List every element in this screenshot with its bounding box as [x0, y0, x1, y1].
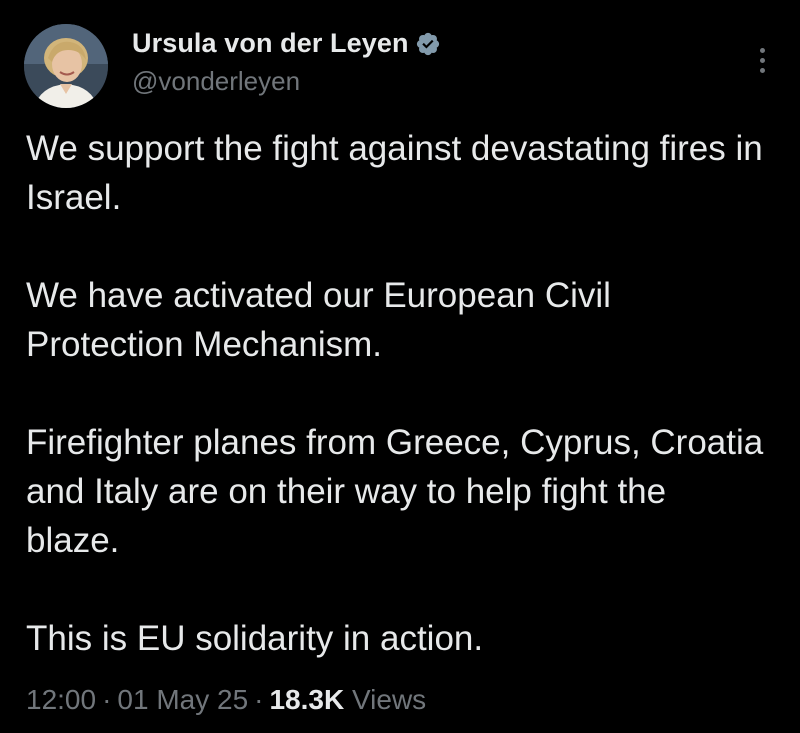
tweet-card: Ursula von der Leyen @vonderleyen We sup…	[0, 0, 800, 733]
more-dot	[759, 67, 765, 73]
tweet-text: We support the fight against devastating…	[26, 124, 766, 663]
tweet-time[interactable]: 12:00	[26, 684, 96, 715]
more-options-icon[interactable]	[752, 40, 772, 80]
avatar-image	[24, 24, 108, 108]
tweet-paragraph: We have activated our European Civil Pro…	[26, 276, 611, 364]
more-dot	[759, 57, 765, 63]
tweet-paragraph: Firefighter planes from Greece, Cyprus, …	[26, 423, 764, 560]
verified-badge-icon[interactable]	[415, 31, 441, 57]
views-label[interactable]: Views	[352, 684, 426, 715]
tweet-paragraph: We support the fight against devastating…	[26, 129, 763, 217]
views-count[interactable]: 18.3K	[269, 684, 344, 715]
author-handle[interactable]: @vonderleyen	[132, 66, 300, 97]
more-dot	[759, 47, 765, 53]
tweet-meta: 12:00 · 01 May 25 · 18.3K Views	[26, 684, 426, 716]
tweet-paragraph: This is EU solidarity in action.	[26, 619, 484, 658]
avatar[interactable]	[24, 24, 108, 108]
author-display-name[interactable]: Ursula von der Leyen	[132, 28, 409, 59]
tweet-date[interactable]: 01 May 25	[117, 684, 248, 715]
author-name-row: Ursula von der Leyen	[132, 28, 441, 59]
meta-separator: ·	[254, 684, 264, 715]
meta-separator: ·	[102, 684, 112, 715]
